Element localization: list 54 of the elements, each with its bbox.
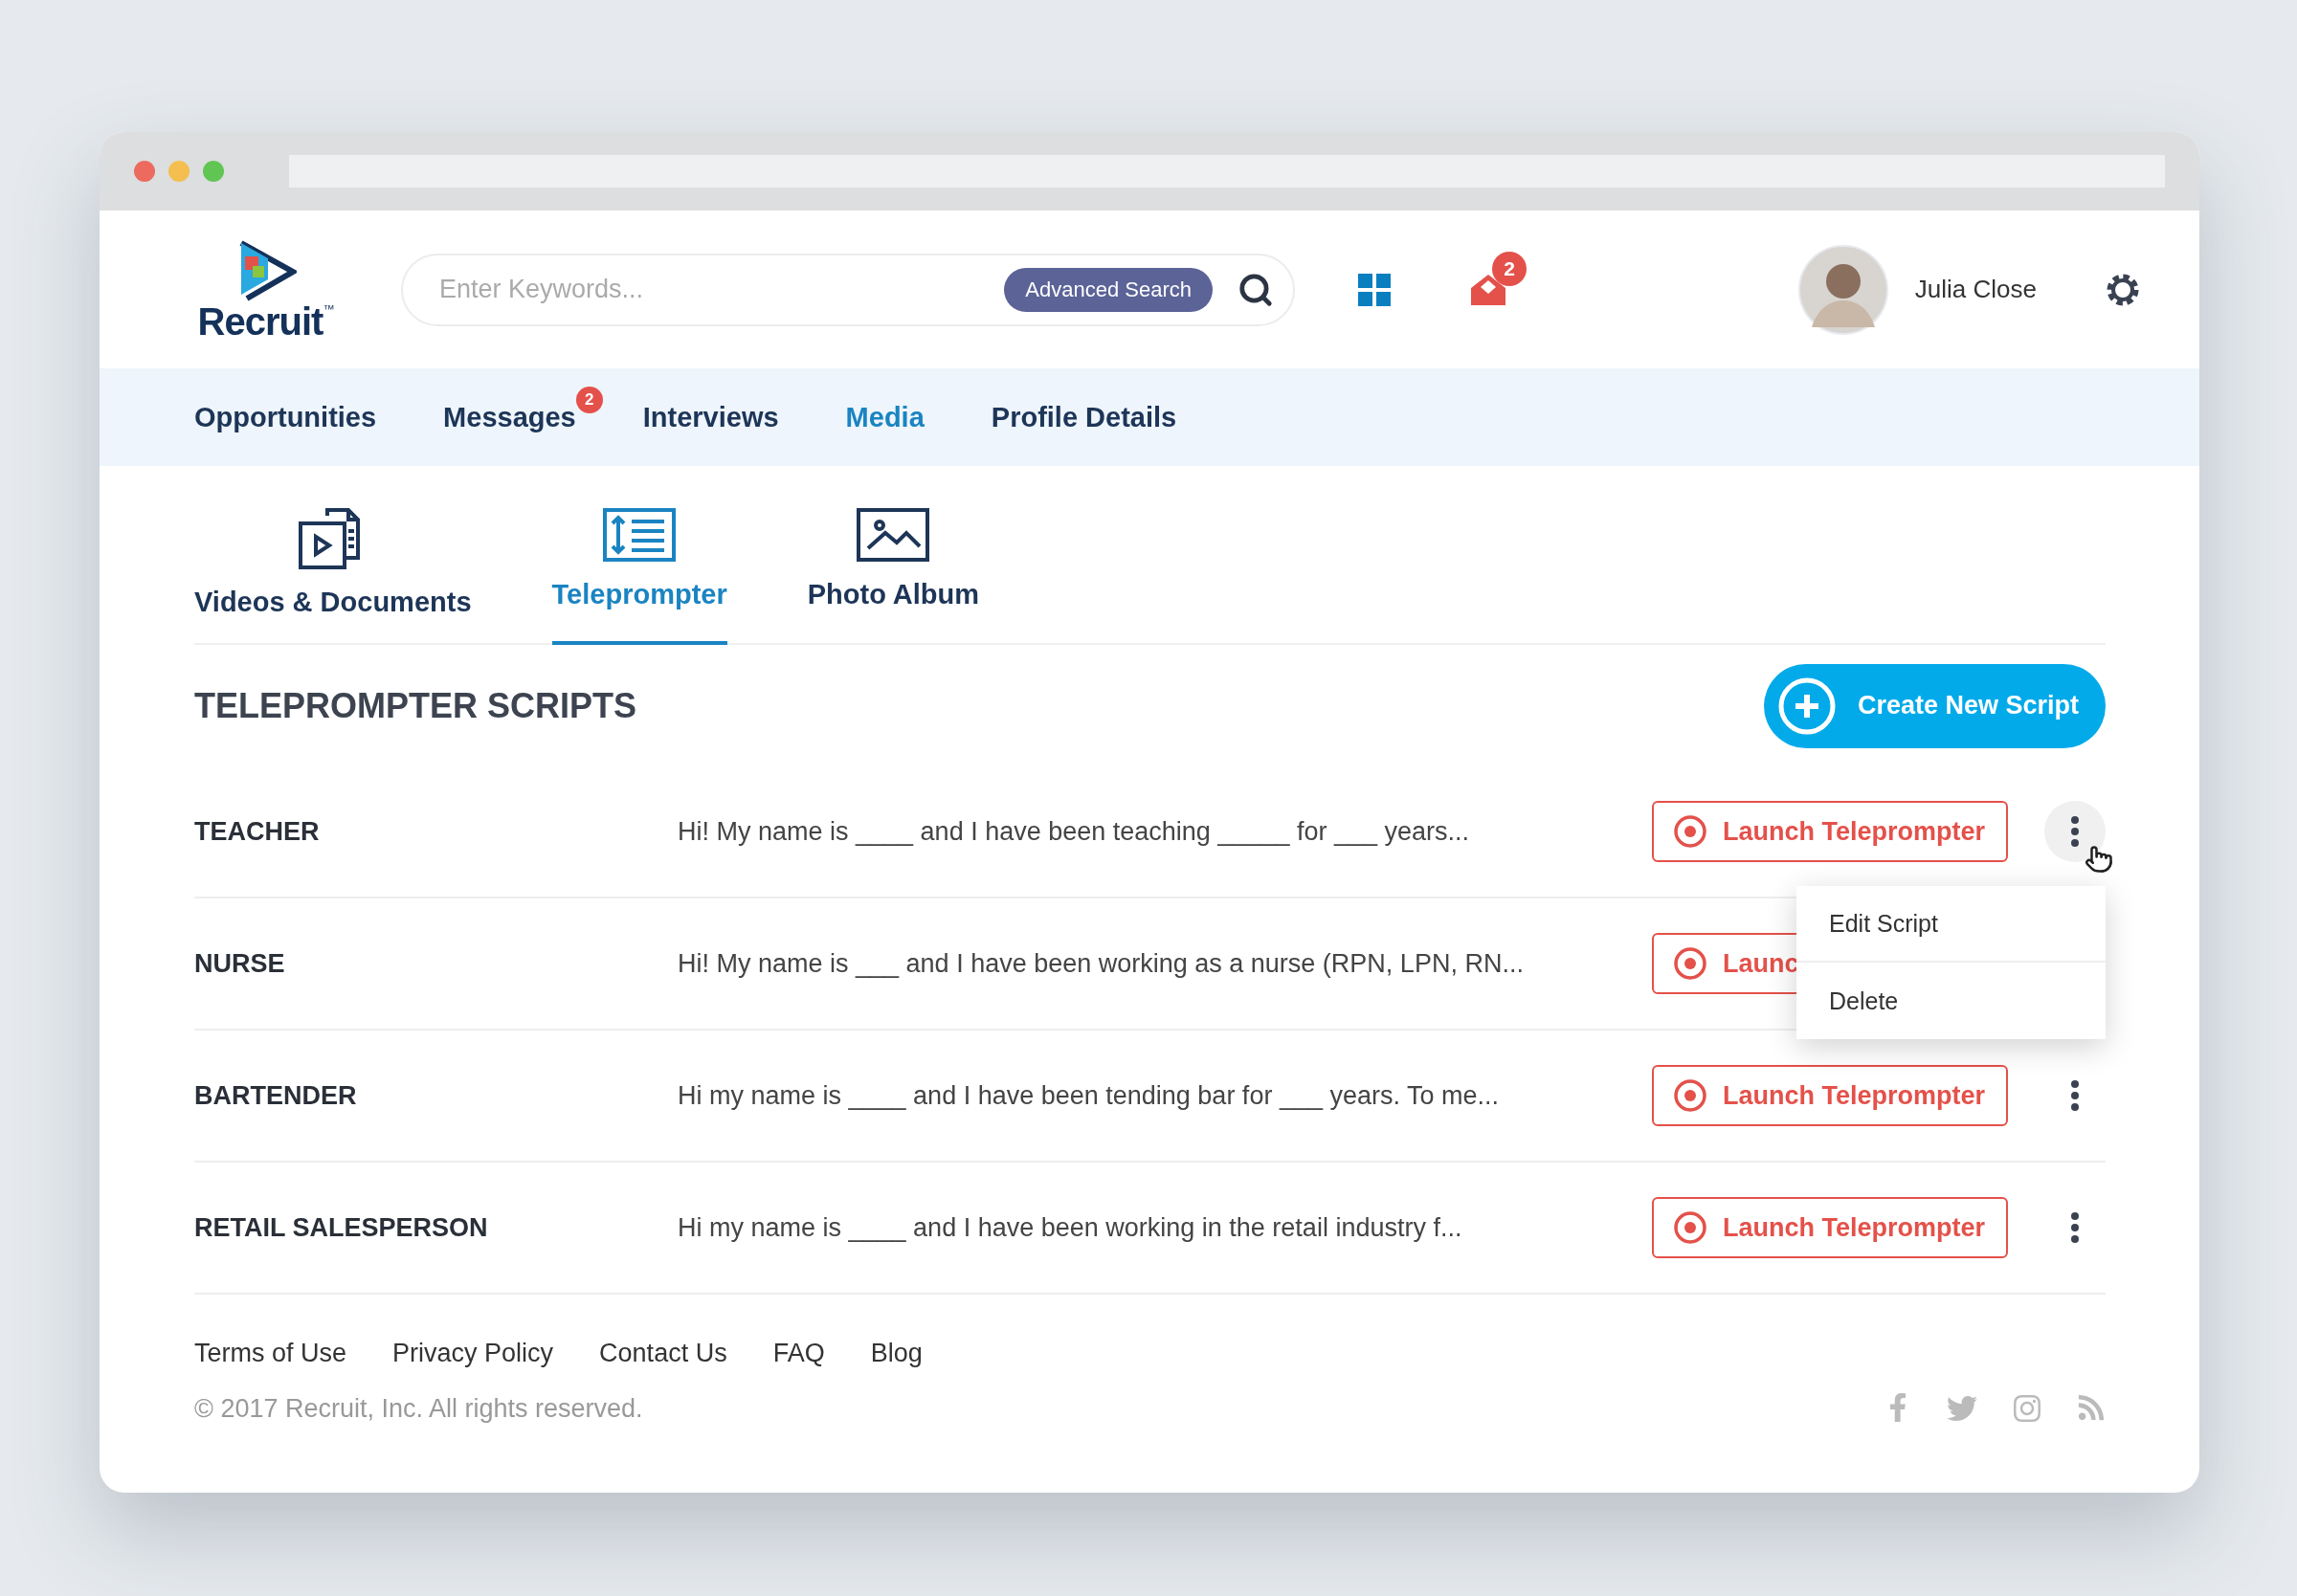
- avatar[interactable]: [1797, 244, 1888, 335]
- user-name: Julia Close: [1914, 275, 2037, 304]
- rss-icon[interactable]: [2077, 1393, 2106, 1422]
- nav-tab[interactable]: Profile Details: [991, 401, 1177, 432]
- footer-link[interactable]: Terms of Use: [194, 1339, 347, 1368]
- footer-link[interactable]: Blog: [870, 1339, 923, 1368]
- footer-link[interactable]: Privacy Policy: [392, 1339, 554, 1368]
- recruit-logo[interactable]: Recruit™: [194, 238, 338, 341]
- nav-tab[interactable]: Interviews: [642, 401, 779, 432]
- open-envelope-icon[interactable]: [1471, 274, 1505, 305]
- launch-button[interactable]: Launch Teleprompter: [1652, 1065, 2008, 1126]
- image-icon: [857, 508, 930, 562]
- vertical-dots-icon: [2070, 815, 2080, 848]
- advanced-search-button[interactable]: Advanced Search: [1004, 267, 1213, 312]
- content-type-tab[interactable]: Videos & Documents: [194, 508, 472, 645]
- copyright: © 2017 Recruit, Inc. All rights reserved.: [194, 1393, 643, 1424]
- script-snippet: Hi! My name is ____ and I have been teaching _____ for ___ years...: [678, 816, 1471, 847]
- vertical-dots-icon: [2070, 1079, 2080, 1112]
- menu-item[interactable]: Edit Script: [1796, 886, 2106, 963]
- script-name: TEACHER: [194, 816, 321, 847]
- grid-icon[interactable]: [1358, 273, 1391, 306]
- launch-button[interactable]: Launch Teleprompter: [1652, 801, 2008, 862]
- script-name: RETAIL SALESPERSON: [194, 1212, 489, 1243]
- record-icon: [1673, 1210, 1707, 1245]
- notification-badge: 2: [575, 386, 603, 413]
- settings-icon[interactable]: [2106, 272, 2140, 307]
- footer-link[interactable]: Contact Us: [599, 1339, 727, 1368]
- script-name: NURSE: [194, 948, 286, 979]
- search-icon[interactable]: [1238, 271, 1274, 308]
- content-type-tab[interactable]: Teleprompter: [551, 508, 727, 645]
- record-icon: [1673, 946, 1707, 981]
- plus-circle-icon: [1776, 676, 1837, 736]
- script-name: BARTENDER: [194, 1080, 358, 1111]
- launch-button[interactable]: Launch Teleprompter: [1652, 1197, 2008, 1258]
- notification-badge: 2: [1492, 251, 1527, 286]
- nav-tab[interactable]: Media: [845, 401, 925, 432]
- script-snippet: Hi my name is ____ and I have been tending bar for ___ years. To me...: [678, 1080, 1500, 1111]
- instagram-icon[interactable]: [2012, 1393, 2042, 1424]
- twitter-icon[interactable]: [1947, 1393, 1977, 1424]
- hand-cursor-icon: [2085, 845, 2113, 874]
- vertical-dots-icon: [2070, 1211, 2080, 1244]
- window-control[interactable]: [134, 161, 155, 182]
- record-icon: [1673, 1078, 1707, 1113]
- menu-item[interactable]: Delete: [1796, 963, 2106, 1039]
- search-field[interactable]: Enter Keywords... Advanced Search: [401, 253, 1295, 326]
- nav-tab[interactable]: Opportunities: [194, 401, 377, 432]
- record-icon: [1673, 814, 1707, 849]
- content-type-tab[interactable]: Photo Album: [807, 508, 980, 645]
- footer-link[interactable]: FAQ: [772, 1339, 825, 1368]
- section-title: TELEPROMPTER SCRIPTS: [194, 685, 637, 726]
- text-lines-icon: [603, 508, 677, 562]
- script-snippet: Hi my name is ____ and I have been working in the retail industry f...: [678, 1212, 1463, 1243]
- script-snippet: Hi! My name is ___ and I have been working as a nurse (RPN, LPN, RN...: [678, 948, 1525, 979]
- nav-tab[interactable]: Messages: [443, 401, 576, 432]
